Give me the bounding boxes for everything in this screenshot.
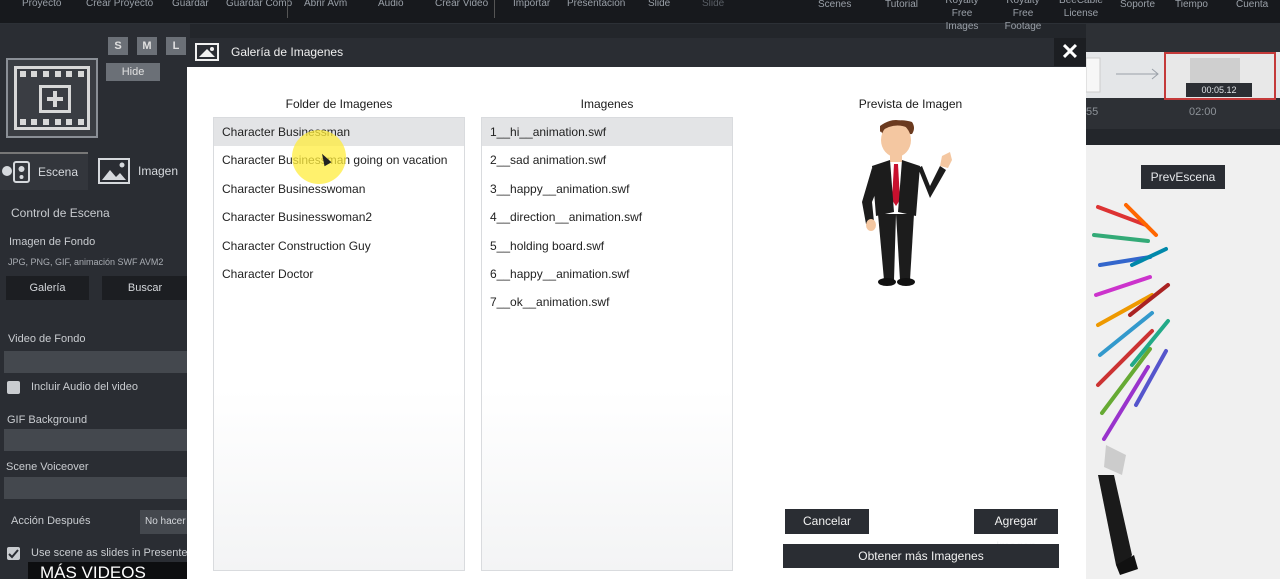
- folder-item[interactable]: Character Businesswoman: [214, 175, 464, 203]
- menu-item-support[interactable]: Soporte: [1120, 0, 1155, 11]
- tab-image[interactable]: Imagen: [98, 152, 190, 190]
- folders-list: Character Businessman Character Business…: [213, 117, 465, 571]
- menu-separator: [494, 0, 495, 18]
- images-header: Imagenes: [580, 97, 634, 111]
- menu-item-license[interactable]: BeeCable License: [1057, 0, 1105, 20]
- cancel-button[interactable]: Cancelar: [785, 509, 869, 534]
- after-action-select[interactable]: No hacer n: [140, 510, 190, 534]
- size-m-button[interactable]: M: [137, 37, 157, 55]
- folders-header: Folder de Imagenes: [285, 97, 393, 111]
- menu-item-scenes[interactable]: Scenes: [818, 0, 851, 11]
- get-more-images-button[interactable]: Obtener más Imagenes: [783, 544, 1059, 568]
- menu-item-create-video[interactable]: Crear Video: [435, 0, 488, 9]
- images-list: 1__hi__animation.swf 2__sad animation.sw…: [481, 117, 733, 571]
- bg-video-field[interactable]: [4, 351, 190, 373]
- app-window: Proyecto Crear Proyecto Guardar Guardar …: [0, 0, 1280, 579]
- timeline: 00:05.12 55 02:00: [1086, 24, 1280, 129]
- size-s-button[interactable]: S: [108, 37, 128, 55]
- voiceover-field[interactable]: [4, 477, 190, 499]
- scene-thumbnail[interactable]: 00:05.12: [1164, 52, 1276, 100]
- folder-item[interactable]: Character Doctor: [214, 260, 464, 288]
- menu-item-audio[interactable]: Audio: [378, 0, 404, 9]
- slides-checkbox[interactable]: [7, 547, 20, 560]
- menu-item-royalty-footage[interactable]: Royalty Free Footage: [997, 0, 1049, 33]
- size-l-button[interactable]: L: [166, 37, 186, 55]
- plus-icon: [39, 85, 71, 113]
- tab-scene-label: Escena: [38, 165, 79, 179]
- gif-bg-field[interactable]: [4, 429, 190, 451]
- close-button[interactable]: ✕: [1054, 38, 1086, 66]
- panel-tabs: Escena Imagen: [0, 152, 190, 190]
- businessman-preview-image: [862, 120, 952, 286]
- add-scene-button[interactable]: [6, 58, 98, 138]
- top-menu-bar: Proyecto Crear Proyecto Guardar Guardar …: [0, 0, 1280, 32]
- dialog-title: Galería de Imagenes: [231, 45, 344, 59]
- image-item[interactable]: 4__direction__animation.swf: [482, 203, 732, 231]
- film-icon: [14, 66, 90, 130]
- bg-image-label: Imagen de Fondo: [9, 236, 96, 248]
- check-icon: [8, 549, 19, 559]
- image-item[interactable]: 3__happy__animation.swf: [482, 175, 732, 203]
- slides-label: Use scene as slides in Presenter m: [31, 547, 204, 559]
- add-image-button[interactable]: Agregar Imagen: [974, 509, 1058, 553]
- folder-item[interactable]: Character Businesswoman2: [214, 203, 464, 231]
- timeline-tick-left: 55: [1086, 106, 1099, 118]
- folder-item[interactable]: Character Businessman: [214, 118, 464, 147]
- after-action-label: Acción Después: [11, 515, 91, 527]
- more-videos-banner[interactable]: MÁS VIDEOS: [28, 562, 192, 579]
- menu-item-account[interactable]: Cuenta: [1236, 0, 1268, 11]
- preview-header: Prevista de Imagen: [858, 97, 963, 111]
- menu-item-slide[interactable]: Slide: [648, 0, 670, 9]
- camera-icon: [2, 160, 30, 184]
- menu-item-tutorial[interactable]: Tutorial: [885, 0, 918, 11]
- scene-canvas[interactable]: [1086, 145, 1280, 579]
- menu-item-create-project[interactable]: Crear Proyecto: [86, 0, 153, 9]
- gallery-dialog-titlebar: Galería de Imagenes: [187, 38, 1086, 67]
- bg-image-formats: JPG, PNG, GIF, animación SWF AVM2: [8, 257, 164, 267]
- menu-item-project[interactable]: Proyecto: [22, 0, 61, 9]
- menu-item-presentation[interactable]: Presentación: [567, 0, 625, 9]
- image-item[interactable]: 5__holding board.swf: [482, 232, 732, 260]
- image-item[interactable]: 2__sad animation.swf: [482, 146, 732, 174]
- timeline-tick-right: 02:00: [1189, 106, 1217, 118]
- image-item[interactable]: 7__ok__animation.swf: [482, 288, 732, 316]
- menu-separator: [287, 0, 288, 18]
- image-item[interactable]: 1__hi__animation.swf: [482, 118, 732, 147]
- hide-button[interactable]: Hide: [106, 63, 160, 81]
- image-preview: [850, 112, 970, 292]
- include-audio-checkbox[interactable]: [7, 381, 20, 394]
- menu-item-save[interactable]: Guardar: [172, 0, 209, 9]
- tab-image-label: Imagen: [138, 164, 179, 178]
- scene-illustration: [1092, 203, 1170, 575]
- image-item[interactable]: 6__happy__animation.swf: [482, 260, 732, 288]
- folder-item[interactable]: Character Construction Guy: [214, 232, 464, 260]
- prev-scene-button[interactable]: PrevEscena: [1141, 165, 1225, 189]
- voiceover-label: Scene Voiceover: [6, 461, 89, 473]
- menu-item-royalty-images[interactable]: Royalty Free Images: [937, 0, 987, 33]
- menu-item-import[interactable]: Importar: [513, 0, 550, 9]
- gallery-button[interactable]: Galería: [6, 276, 89, 300]
- menu-item-time[interactable]: Tiempo: [1175, 0, 1208, 11]
- scene-thumbnail-time: 00:05.12: [1186, 83, 1252, 97]
- scene-thumbnail-image: [1190, 58, 1240, 84]
- menu-item-save-as[interactable]: Guardar Como: [226, 0, 292, 9]
- menu-item-slide-disabled: Slide: [702, 0, 725, 9]
- image-icon: [98, 158, 130, 184]
- include-audio-label: Incluir Audio del video: [31, 381, 139, 393]
- tab-scene[interactable]: Escena: [0, 152, 88, 190]
- gif-bg-label: GIF Background: [7, 414, 88, 426]
- menu-item-open-avm[interactable]: Abrir Avm: [304, 0, 347, 9]
- left-panel: S M L Hide Escena Imagen Control de Esce…: [0, 24, 203, 579]
- section-title: Control de Escena: [11, 206, 110, 220]
- image-icon: [195, 43, 219, 61]
- folder-item[interactable]: Character Businessman going on vacation: [214, 146, 464, 174]
- bg-video-label: Video de Fondo: [8, 333, 86, 345]
- search-button[interactable]: Buscar: [102, 276, 188, 300]
